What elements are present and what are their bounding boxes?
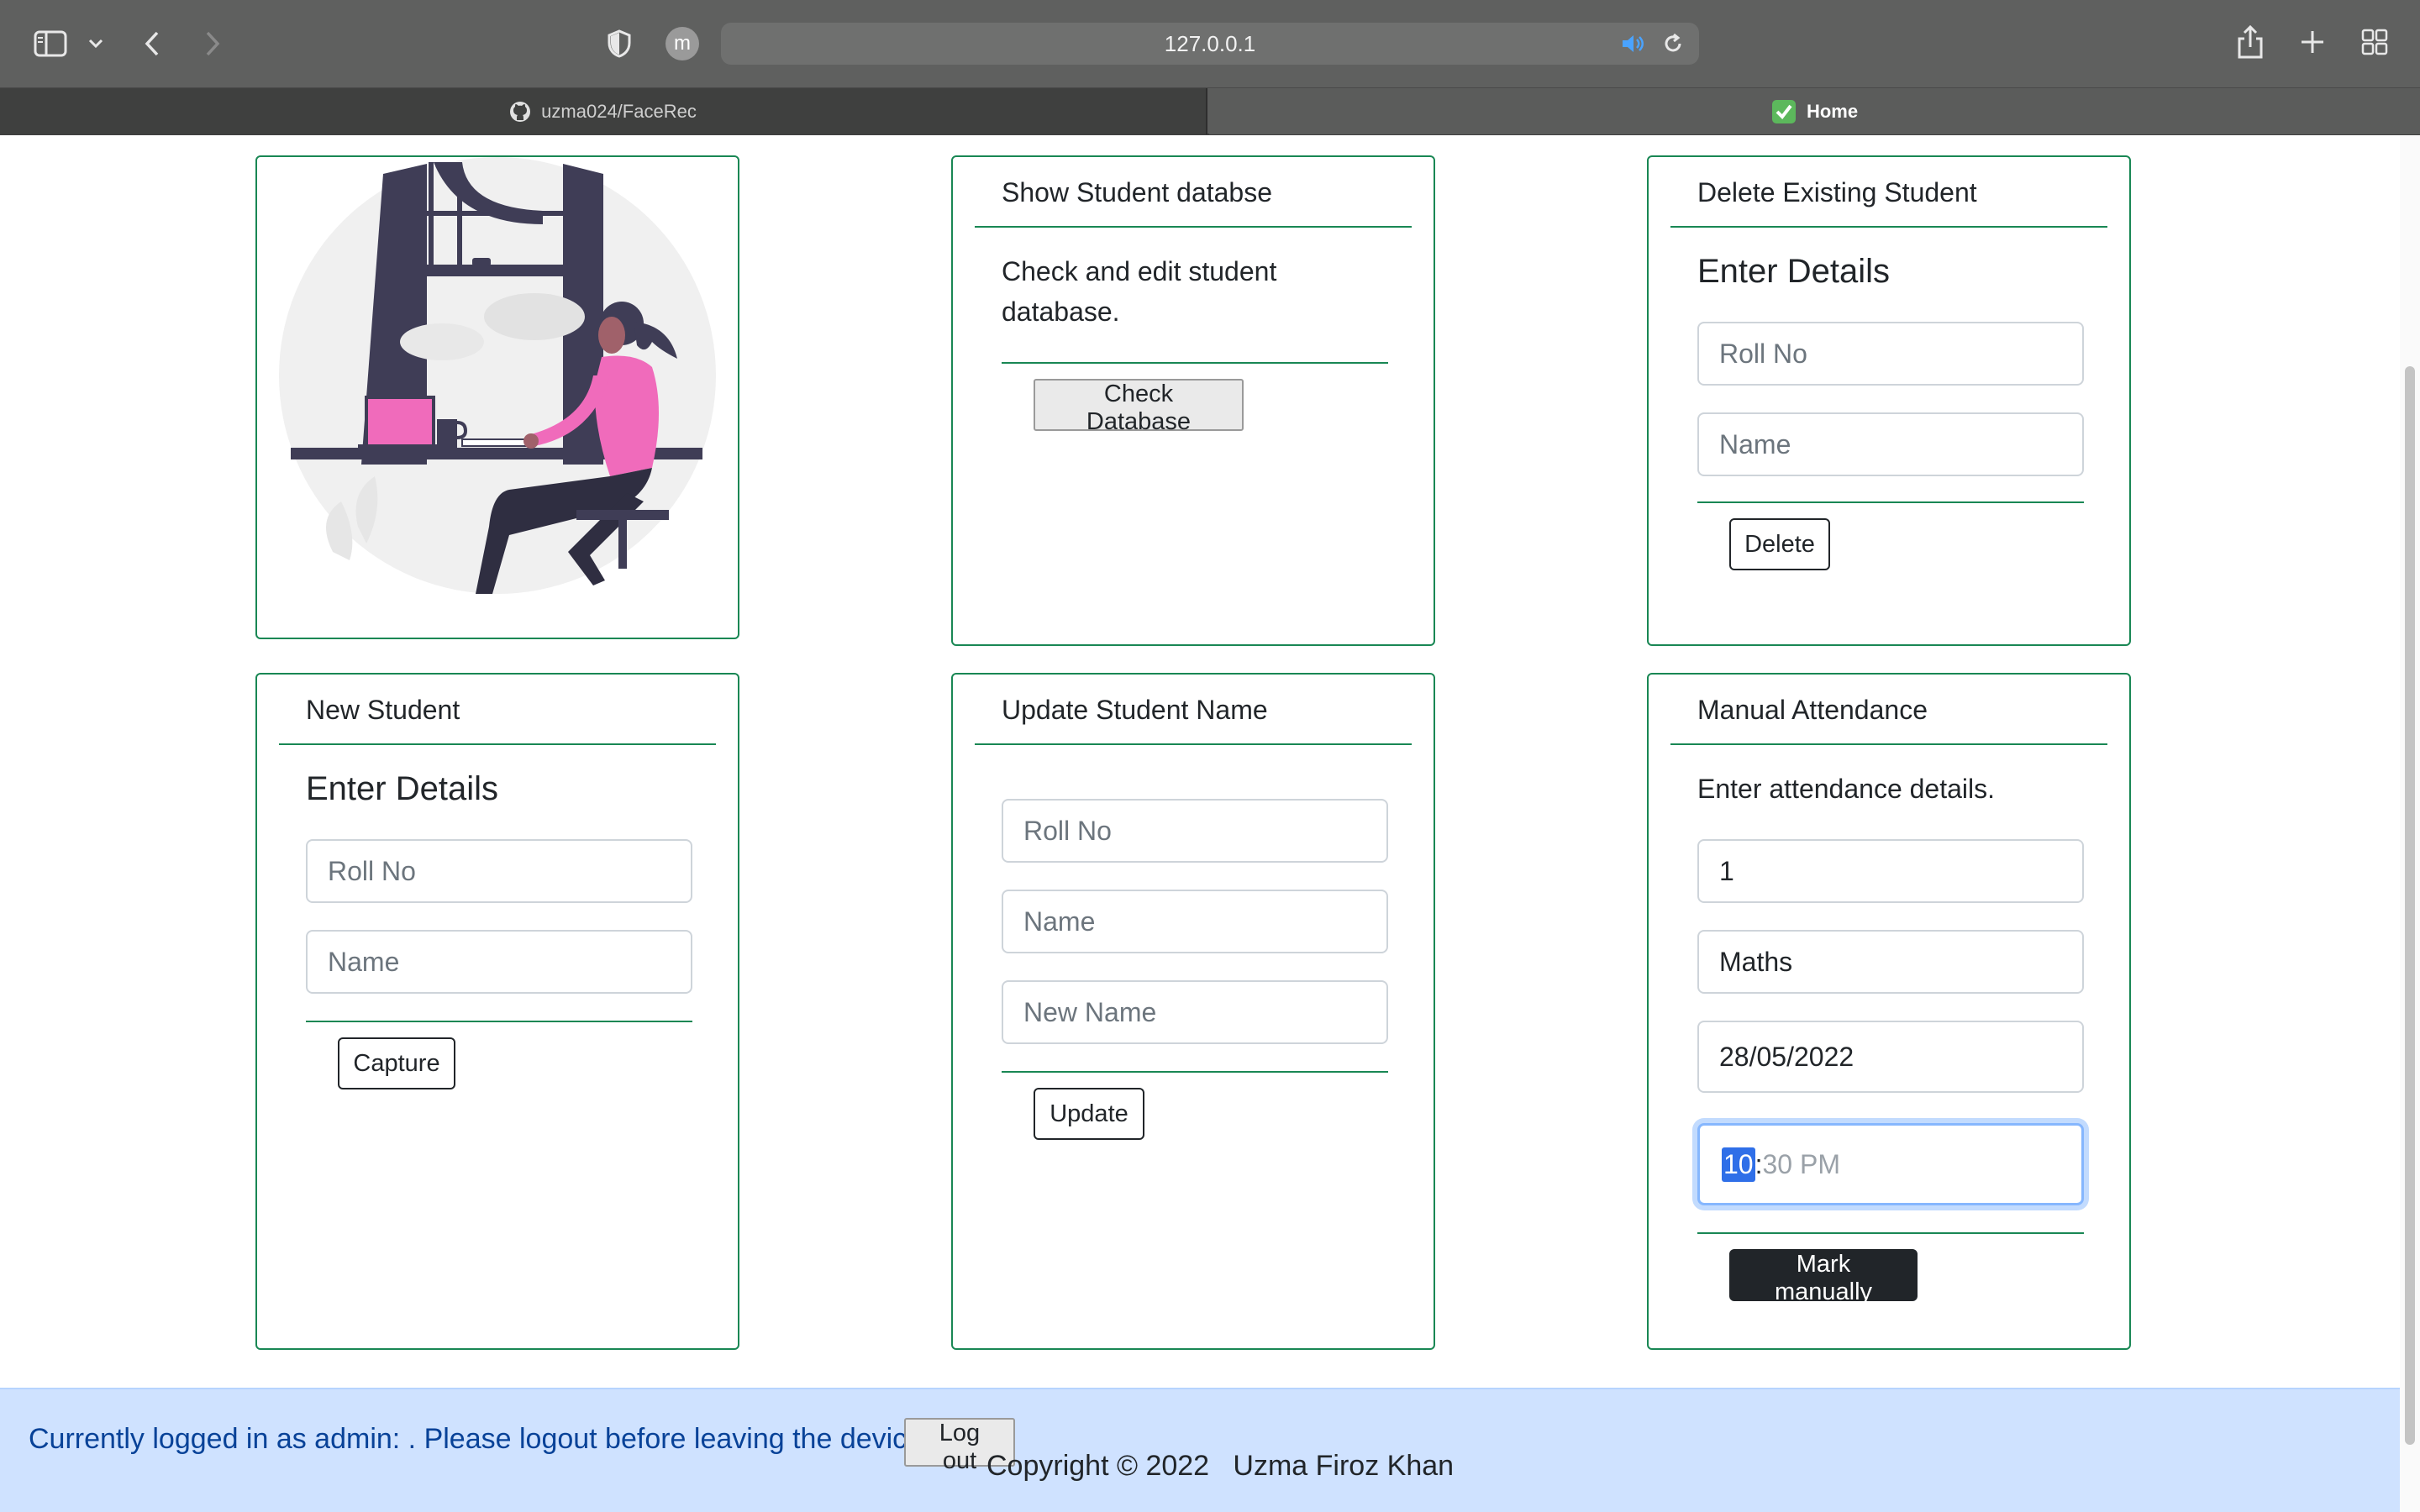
chevron-down-icon[interactable] (86, 32, 106, 55)
show-database-text: Check and edit student database. (1002, 256, 1277, 327)
page-content: Show Student databse Check and edit stud… (0, 135, 2420, 1512)
manual-attendance-text: Enter attendance details. (1697, 774, 1996, 804)
show-database-header: Show Student databse (975, 157, 1412, 228)
back-icon[interactable] (139, 27, 165, 60)
tab-github-label: uzma024/FaceRec (541, 100, 697, 122)
update-name-input[interactable] (1002, 890, 1388, 953)
forward-icon[interactable] (200, 27, 225, 60)
tab-overview-icon[interactable] (2360, 27, 2390, 57)
illustration-card (255, 155, 739, 639)
url-text[interactable]: 127.0.0.1 (721, 23, 1699, 65)
profile-avatar[interactable]: m (666, 27, 699, 60)
new-student-header: New Student (279, 675, 716, 745)
scrollbar-thumb[interactable] (2405, 366, 2415, 1445)
browser-toolbar: m 127.0.0.1 (0, 0, 2420, 87)
tab-github[interactable]: uzma024/FaceRec (0, 88, 1207, 134)
update-name-header: Update Student Name (975, 675, 1412, 745)
github-icon (509, 101, 531, 123)
privacy-shield-icon[interactable] (605, 27, 634, 60)
update-divider (1002, 1071, 1388, 1073)
new-student-divider (306, 1021, 692, 1022)
delete-student-card: Delete Existing Student Enter Details De… (1647, 155, 2131, 646)
check-database-button[interactable]: Check Database (1034, 379, 1244, 435)
attendance-subject-input[interactable] (1697, 930, 2084, 994)
manual-attendance-card: Manual Attendance Enter attendance detai… (1647, 673, 2131, 1350)
login-status-footer: Currently logged in as admin: . Please l… (0, 1388, 2400, 1512)
attendance-date-input[interactable] (1697, 1021, 2084, 1093)
tab-home-label: Home (1806, 100, 1859, 122)
update-new-name-input[interactable] (1002, 980, 1388, 1044)
delete-roll-no-input[interactable] (1697, 322, 2084, 386)
new-tab-icon[interactable] (2297, 27, 2328, 57)
attendance-time-input[interactable]: 10:30 PM (1697, 1123, 2084, 1205)
checkmark-icon (1771, 99, 1797, 124)
capture-button[interactable]: Capture (338, 1037, 455, 1089)
show-database-divider (1002, 362, 1388, 364)
update-button[interactable]: Update (1034, 1088, 1144, 1140)
share-icon[interactable] (2235, 24, 2265, 60)
time-hour-segment[interactable]: 10 (1722, 1147, 1755, 1182)
copyright-text: Copyright © 2022 Uzma Firoz Khan (986, 1450, 1455, 1482)
delete-enter-details-title: Enter Details (1697, 253, 1890, 290)
delete-name-input[interactable] (1697, 412, 2084, 476)
login-status-message: Currently logged in as admin: . Please l… (29, 1423, 931, 1455)
speaker-icon[interactable] (1620, 31, 1645, 56)
new-student-card: New Student Enter Details Capture (255, 673, 739, 1350)
mark-manually-button[interactable]: Mark manually (1729, 1249, 1918, 1305)
new-student-roll-no-input[interactable] (306, 839, 692, 903)
update-name-card: Update Student Name Update (951, 673, 1435, 1350)
reload-icon[interactable] (1660, 31, 1686, 56)
show-database-card: Show Student databse Check and edit stud… (951, 155, 1435, 646)
attendance-divider (1697, 1232, 2084, 1234)
manual-attendance-header: Manual Attendance (1670, 675, 2107, 745)
address-bar[interactable]: 127.0.0.1 (721, 23, 1699, 65)
time-separator: : (1754, 1148, 1763, 1179)
delete-button[interactable]: Delete (1729, 518, 1830, 570)
time-minute-ampm-segment[interactable]: 30 PM (1762, 1149, 1839, 1180)
delete-student-header: Delete Existing Student (1670, 157, 2107, 228)
update-roll-no-input[interactable] (1002, 799, 1388, 863)
new-student-name-input[interactable] (306, 930, 692, 994)
tab-strip: uzma024/FaceRec Home (0, 87, 2420, 135)
attendance-roll-input[interactable] (1697, 839, 2084, 903)
sidebar-toggle-icon[interactable] (32, 27, 69, 60)
woman-at-desk-illustration (279, 157, 716, 594)
tab-home[interactable]: Home (1209, 88, 2420, 134)
delete-divider (1697, 501, 2084, 503)
new-student-enter-details-title: Enter Details (306, 770, 498, 807)
